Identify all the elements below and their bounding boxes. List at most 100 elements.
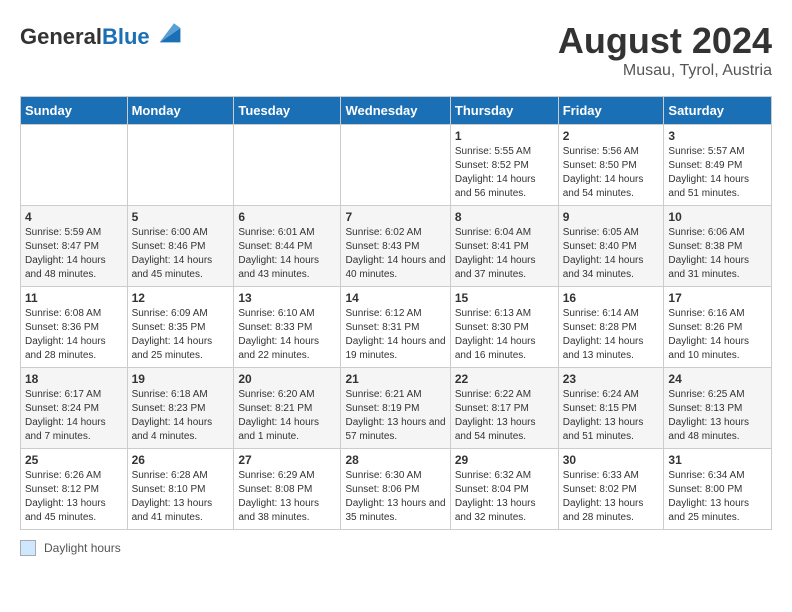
day-number: 11 [25, 291, 123, 305]
day-info: Sunrise: 6:32 AM Sunset: 8:04 PM Dayligh… [455, 469, 554, 525]
day-info: Sunrise: 6:04 AM Sunset: 8:41 PM Dayligh… [455, 226, 554, 282]
day-number: 28 [345, 453, 445, 467]
logo-icon [158, 20, 182, 44]
day-info: Sunrise: 6:08 AM Sunset: 8:36 PM Dayligh… [25, 307, 123, 363]
calendar-cell: 2 Sunrise: 5:56 AM Sunset: 8:50 PM Daylig… [558, 125, 664, 206]
calendar-dow-sunday: Sunday [21, 97, 128, 125]
calendar-cell: 19 Sunrise: 6:18 AM Sunset: 8:23 PM Dayli… [127, 368, 234, 449]
day-number: 30 [563, 453, 660, 467]
day-info: Sunrise: 6:00 AM Sunset: 8:46 PM Dayligh… [132, 226, 230, 282]
day-info: Sunrise: 6:26 AM Sunset: 8:12 PM Dayligh… [25, 469, 123, 525]
day-number: 29 [455, 453, 554, 467]
calendar-cell: 21 Sunrise: 6:21 AM Sunset: 8:19 PM Dayli… [341, 368, 450, 449]
day-info: Sunrise: 6:24 AM Sunset: 8:15 PM Dayligh… [563, 388, 660, 444]
day-number: 9 [563, 210, 660, 224]
day-number: 24 [668, 372, 767, 386]
day-number: 7 [345, 210, 445, 224]
calendar-cell: 31Sunrise: 6:34 AM Sunset: 8:00 PM Dayli… [664, 449, 772, 530]
day-number: 1 [455, 129, 554, 143]
day-number: 27 [238, 453, 336, 467]
day-info: Sunrise: 6:13 AM Sunset: 8:30 PM Dayligh… [455, 307, 554, 363]
day-info: Sunrise: 5:55 AM Sunset: 8:52 PM Dayligh… [455, 145, 554, 201]
calendar-cell: 12 Sunrise: 6:09 AM Sunset: 8:35 PM Dayli… [127, 287, 234, 368]
day-number: 22 [455, 372, 554, 386]
day-info: Sunrise: 6:22 AM Sunset: 8:17 PM Dayligh… [455, 388, 554, 444]
calendar-dow-thursday: Thursday [450, 97, 558, 125]
logo: GeneralBlue [20, 20, 182, 49]
day-info: Sunrise: 6:17 AM Sunset: 8:24 PM Dayligh… [25, 388, 123, 444]
calendar-cell: 8 Sunrise: 6:04 AM Sunset: 8:41 PM Daylig… [450, 206, 558, 287]
calendar-cell: 25 Sunrise: 6:26 AM Sunset: 8:12 PM Dayli… [21, 449, 128, 530]
day-info: Sunrise: 5:56 AM Sunset: 8:50 PM Dayligh… [563, 145, 660, 201]
calendar-cell: 16 Sunrise: 6:14 AM Sunset: 8:28 PM Dayli… [558, 287, 664, 368]
calendar-dow-monday: Monday [127, 97, 234, 125]
day-number: 8 [455, 210, 554, 224]
day-info: Sunrise: 6:10 AM Sunset: 8:33 PM Dayligh… [238, 307, 336, 363]
day-number: 10 [668, 210, 767, 224]
calendar-cell: 4Sunrise: 5:59 AM Sunset: 8:47 PM Daylig… [21, 206, 128, 287]
day-info: Sunrise: 6:12 AM Sunset: 8:31 PM Dayligh… [345, 307, 445, 363]
day-number: 15 [455, 291, 554, 305]
calendar-cell: 22 Sunrise: 6:22 AM Sunset: 8:17 PM Dayli… [450, 368, 558, 449]
calendar-cell: 27 Sunrise: 6:29 AM Sunset: 8:08 PM Dayli… [234, 449, 341, 530]
day-info: Sunrise: 6:25 AM Sunset: 8:13 PM Dayligh… [668, 388, 767, 444]
day-number: 19 [132, 372, 230, 386]
calendar-cell: 26Sunrise: 6:28 AM Sunset: 8:10 PM Dayli… [127, 449, 234, 530]
day-info: Sunrise: 6:09 AM Sunset: 8:35 PM Dayligh… [132, 307, 230, 363]
title-block: August 2024 Musau, Tyrol, Austria [558, 20, 772, 80]
calendar-cell: 5 Sunrise: 6:00 AM Sunset: 8:46 PM Daylig… [127, 206, 234, 287]
logo-general-text: General [20, 24, 102, 49]
page-header: GeneralBlue August 2024 Musau, Tyrol, Au… [20, 20, 772, 80]
calendar-cell: 23 Sunrise: 6:24 AM Sunset: 8:15 PM Dayli… [558, 368, 664, 449]
day-number: 25 [25, 453, 123, 467]
day-info: Sunrise: 6:20 AM Sunset: 8:21 PM Dayligh… [238, 388, 336, 444]
day-number: 2 [563, 129, 660, 143]
calendar-header-row: SundayMondayTuesdayWednesdayThursdayFrid… [21, 97, 772, 125]
day-number: 14 [345, 291, 445, 305]
calendar-cell: 15 Sunrise: 6:13 AM Sunset: 8:30 PM Dayli… [450, 287, 558, 368]
day-info: Sunrise: 6:18 AM Sunset: 8:23 PM Dayligh… [132, 388, 230, 444]
calendar-dow-tuesday: Tuesday [234, 97, 341, 125]
day-number: 26 [132, 453, 230, 467]
calendar-cell: 13Sunrise: 6:10 AM Sunset: 8:33 PM Dayli… [234, 287, 341, 368]
day-number: 12 [132, 291, 230, 305]
day-info: Sunrise: 6:30 AM Sunset: 8:06 PM Dayligh… [345, 469, 445, 525]
day-number: 18 [25, 372, 123, 386]
day-number: 21 [345, 372, 445, 386]
calendar-week-row: 18 Sunrise: 6:17 AM Sunset: 8:24 PM Dayli… [21, 368, 772, 449]
calendar-cell: 6Sunrise: 6:01 AM Sunset: 8:44 PM Daylig… [234, 206, 341, 287]
calendar-cell: 1 Sunrise: 5:55 AM Sunset: 8:52 PM Daylig… [450, 125, 558, 206]
location-subtitle: Musau, Tyrol, Austria [558, 62, 772, 80]
month-year-title: August 2024 [558, 20, 772, 62]
calendar-cell [341, 125, 450, 206]
day-info: Sunrise: 6:29 AM Sunset: 8:08 PM Dayligh… [238, 469, 336, 525]
logo-blue-text: Blue [102, 24, 150, 49]
calendar-cell: 24 Sunrise: 6:25 AM Sunset: 8:13 PM Dayli… [664, 368, 772, 449]
day-number: 31 [668, 453, 767, 467]
day-info: Sunrise: 6:06 AM Sunset: 8:38 PM Dayligh… [668, 226, 767, 282]
calendar-cell [127, 125, 234, 206]
daylight-label: Daylight hours [44, 541, 121, 555]
calendar-dow-friday: Friday [558, 97, 664, 125]
day-number: 6 [238, 210, 336, 224]
day-number: 16 [563, 291, 660, 305]
day-number: 4 [25, 210, 123, 224]
daylight-box-icon [20, 540, 36, 556]
day-number: 5 [132, 210, 230, 224]
calendar-cell: 20Sunrise: 6:20 AM Sunset: 8:21 PM Dayli… [234, 368, 341, 449]
calendar-cell: 10 Sunrise: 6:06 AM Sunset: 8:38 PM Dayli… [664, 206, 772, 287]
calendar-cell [21, 125, 128, 206]
calendar-cell: 3Sunrise: 5:57 AM Sunset: 8:49 PM Daylig… [664, 125, 772, 206]
day-info: Sunrise: 6:02 AM Sunset: 8:43 PM Dayligh… [345, 226, 445, 282]
day-info: Sunrise: 6:21 AM Sunset: 8:19 PM Dayligh… [345, 388, 445, 444]
calendar-cell: 17Sunrise: 6:16 AM Sunset: 8:26 PM Dayli… [664, 287, 772, 368]
calendar-cell: 11 Sunrise: 6:08 AM Sunset: 8:36 PM Dayli… [21, 287, 128, 368]
day-number: 17 [668, 291, 767, 305]
day-number: 23 [563, 372, 660, 386]
calendar-cell: 14 Sunrise: 6:12 AM Sunset: 8:31 PM Dayli… [341, 287, 450, 368]
day-info: Sunrise: 5:57 AM Sunset: 8:49 PM Dayligh… [668, 145, 767, 201]
calendar-cell: 28 Sunrise: 6:30 AM Sunset: 8:06 PM Dayli… [341, 449, 450, 530]
day-info: Sunrise: 6:14 AM Sunset: 8:28 PM Dayligh… [563, 307, 660, 363]
day-info: Sunrise: 6:05 AM Sunset: 8:40 PM Dayligh… [563, 226, 660, 282]
calendar-week-row: 25 Sunrise: 6:26 AM Sunset: 8:12 PM Dayli… [21, 449, 772, 530]
